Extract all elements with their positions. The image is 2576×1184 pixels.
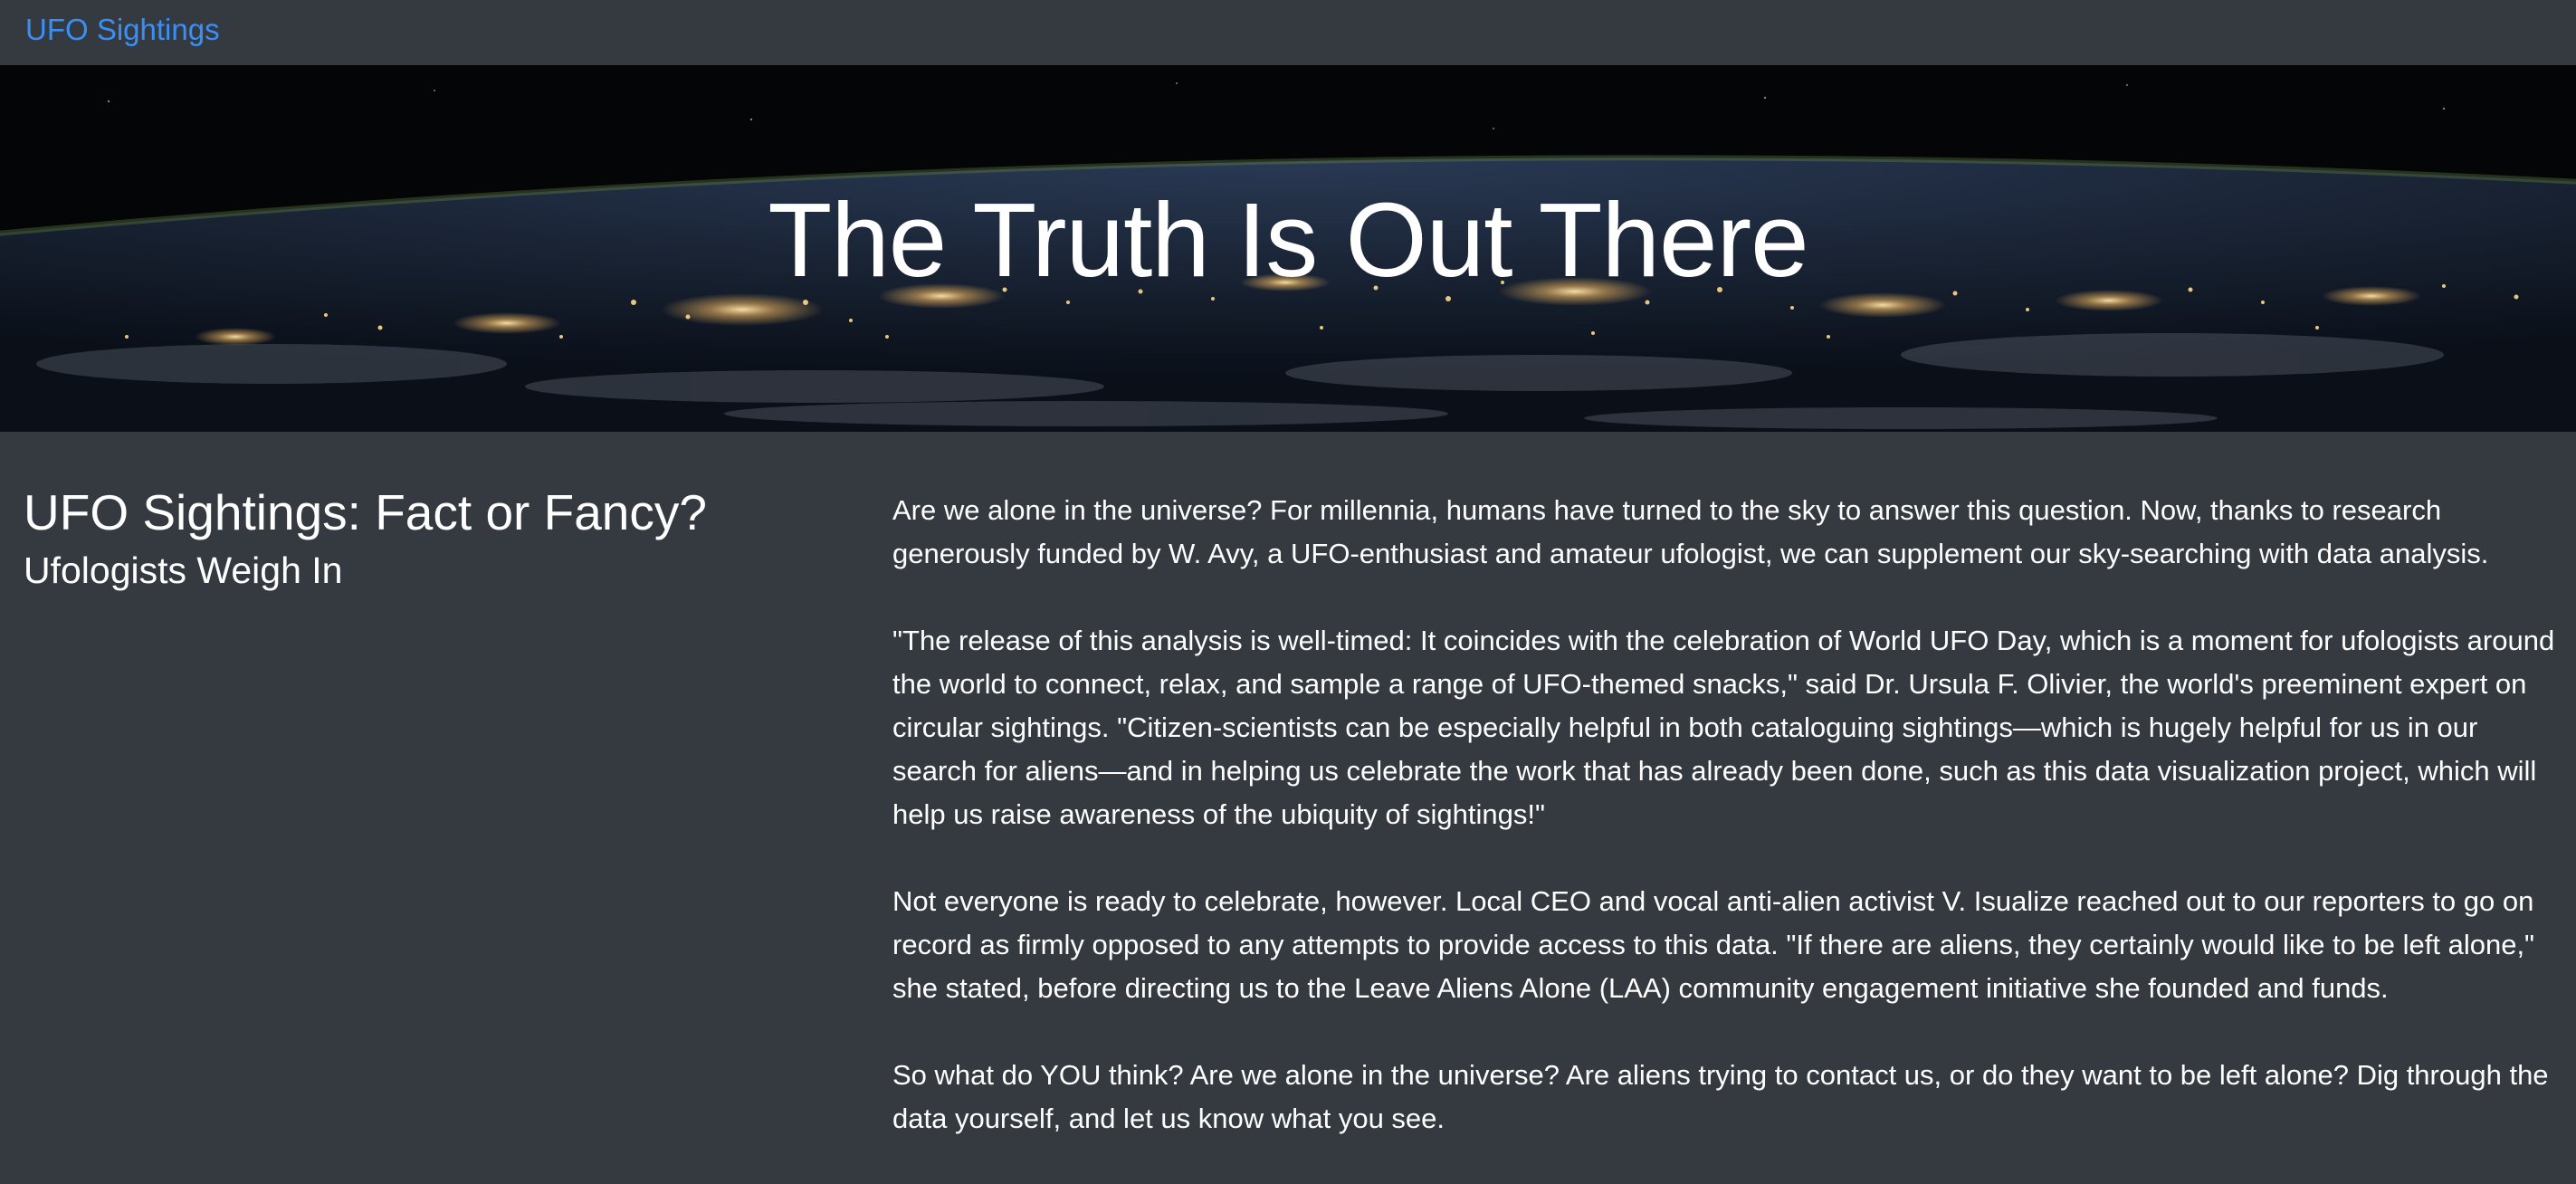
article-paragraph: Not everyone is ready to celebrate, howe… — [892, 885, 2535, 1004]
article-headline: UFO Sightings: Fact or Fancy? — [24, 484, 707, 540]
navbar-brand-link[interactable]: UFO Sightings — [25, 12, 220, 48]
article-paragraph: Are we alone in the universe? For millen… — [892, 494, 2489, 569]
article-body: Are we alone in the universe? For millen… — [892, 489, 2569, 1184]
navbar: UFO Sightings — [0, 0, 2576, 65]
hero-title: The Truth Is Out There — [768, 181, 1808, 299]
article-heading-column: UFO Sightings: Fact or Fancy? Ufologists… — [24, 482, 838, 596]
hero-banner: The Truth Is Out There — [0, 65, 2576, 432]
article-paragraph: So what do YOU think? Are we alone in th… — [892, 1059, 2549, 1134]
article-paragraph: "The release of this analysis is well-ti… — [892, 625, 2555, 830]
article-subheadline: Ufologists Weigh In — [24, 549, 343, 591]
